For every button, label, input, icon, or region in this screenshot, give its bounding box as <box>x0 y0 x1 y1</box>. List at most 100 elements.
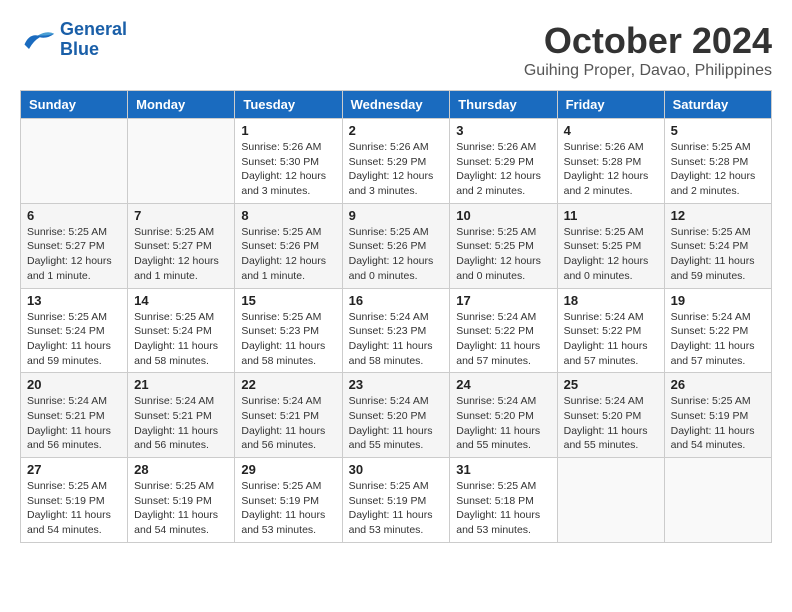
weekday-header: Tuesday <box>235 91 342 119</box>
weekday-header: Monday <box>128 91 235 119</box>
day-detail: Sunrise: 5:24 AM Sunset: 5:21 PM Dayligh… <box>134 394 228 453</box>
day-number: 5 <box>671 123 765 138</box>
day-detail: Sunrise: 5:24 AM Sunset: 5:23 PM Dayligh… <box>349 310 444 369</box>
calendar-cell: 21 Sunrise: 5:24 AM Sunset: 5:21 PM Dayli… <box>128 373 235 458</box>
calendar-cell: 22Sunrise: 5:24 AM Sunset: 5:21 PM Dayli… <box>235 373 342 458</box>
day-detail: Sunrise: 5:24 AM Sunset: 5:20 PM Dayligh… <box>349 394 444 453</box>
day-number: 24 <box>456 377 550 392</box>
calendar-cell: 13 Sunrise: 5:25 AM Sunset: 5:24 PM Dayli… <box>21 288 128 373</box>
calendar-cell: 18 Sunrise: 5:24 AM Sunset: 5:22 PM Dayli… <box>557 288 664 373</box>
calendar-header-row: SundayMondayTuesdayWednesdayThursdayFrid… <box>21 91 772 119</box>
calendar-week-row: 27Sunrise: 5:25 AM Sunset: 5:19 PM Dayli… <box>21 458 772 543</box>
day-detail: Sunrise: 5:25 AM Sunset: 5:23 PM Dayligh… <box>241 310 335 369</box>
weekday-header: Wednesday <box>342 91 450 119</box>
calendar-cell: 27Sunrise: 5:25 AM Sunset: 5:19 PM Dayli… <box>21 458 128 543</box>
day-detail: Sunrise: 5:25 AM Sunset: 5:24 PM Dayligh… <box>134 310 228 369</box>
day-detail: Sunrise: 5:25 AM Sunset: 5:28 PM Dayligh… <box>671 140 765 199</box>
day-detail: Sunrise: 5:25 AM Sunset: 5:25 PM Dayligh… <box>564 225 658 284</box>
calendar-cell: 6 Sunrise: 5:25 AM Sunset: 5:27 PM Daylig… <box>21 203 128 288</box>
calendar-week-row: 6 Sunrise: 5:25 AM Sunset: 5:27 PM Daylig… <box>21 203 772 288</box>
day-number: 1 <box>241 123 335 138</box>
day-number: 9 <box>349 208 444 223</box>
day-number: 4 <box>564 123 658 138</box>
calendar-cell: 20Sunrise: 5:24 AM Sunset: 5:21 PM Dayli… <box>21 373 128 458</box>
calendar-cell: 12 Sunrise: 5:25 AM Sunset: 5:24 PM Dayli… <box>664 203 771 288</box>
calendar-cell: 29Sunrise: 5:25 AM Sunset: 5:19 PM Dayli… <box>235 458 342 543</box>
day-number: 11 <box>564 208 658 223</box>
calendar-cell: 1 Sunrise: 5:26 AM Sunset: 5:30 PM Daylig… <box>235 119 342 204</box>
calendar-cell <box>664 458 771 543</box>
day-number: 19 <box>671 293 765 308</box>
day-detail: Sunrise: 5:26 AM Sunset: 5:29 PM Dayligh… <box>456 140 550 199</box>
day-number: 20 <box>27 377 121 392</box>
calendar-cell: 3Sunrise: 5:26 AM Sunset: 5:29 PM Daylig… <box>450 119 557 204</box>
weekday-header: Friday <box>557 91 664 119</box>
day-detail: Sunrise: 5:24 AM Sunset: 5:20 PM Dayligh… <box>456 394 550 453</box>
day-detail: Sunrise: 5:25 AM Sunset: 5:26 PM Dayligh… <box>241 225 335 284</box>
day-number: 30 <box>349 462 444 477</box>
day-detail: Sunrise: 5:25 AM Sunset: 5:27 PM Dayligh… <box>134 225 228 284</box>
calendar-cell: 28 Sunrise: 5:25 AM Sunset: 5:19 PM Dayli… <box>128 458 235 543</box>
calendar-week-row: 20 Sunrise: 5:24 AM Sunset: 5:21 PM Dayli… <box>21 373 772 458</box>
day-number: 8 <box>241 208 335 223</box>
weekday-header: Saturday <box>664 91 771 119</box>
day-number: 16 <box>349 293 444 308</box>
day-detail: Sunrise: 5:25 AM Sunset: 5:19 PM Dayligh… <box>671 394 765 453</box>
day-detail: Sunrise: 5:25 AM Sunset: 5:19 PM Dayligh… <box>27 479 121 538</box>
calendar-cell: 15 Sunrise: 5:25 AM Sunset: 5:23 PM Dayli… <box>235 288 342 373</box>
day-detail: Sunrise: 5:25 AM Sunset: 5:27 PM Dayligh… <box>27 225 121 284</box>
month-title: October 2024 <box>524 20 772 62</box>
day-number: 21 <box>134 377 228 392</box>
day-detail: Sunrise: 5:25 AM Sunset: 5:19 PM Dayligh… <box>349 479 444 538</box>
day-number: 31 <box>456 462 550 477</box>
calendar-cell: 16 Sunrise: 5:24 AM Sunset: 5:23 PM Dayli… <box>342 288 450 373</box>
day-detail: Sunrise: 5:25 AM Sunset: 5:19 PM Dayligh… <box>134 479 228 538</box>
title-block: October 2024 Guihing Proper, Davao, Phil… <box>524 20 772 80</box>
day-detail: Sunrise: 5:25 AM Sunset: 5:24 PM Dayligh… <box>27 310 121 369</box>
day-number: 15 <box>241 293 335 308</box>
calendar-cell: 8 Sunrise: 5:25 AM Sunset: 5:26 PM Daylig… <box>235 203 342 288</box>
day-detail: Sunrise: 5:24 AM Sunset: 5:21 PM Dayligh… <box>241 394 335 453</box>
day-detail: Sunrise: 5:24 AM Sunset: 5:22 PM Dayligh… <box>456 310 550 369</box>
calendar-cell: 26Sunrise: 5:25 AM Sunset: 5:19 PM Dayli… <box>664 373 771 458</box>
logo: General Blue <box>20 20 127 60</box>
day-detail: Sunrise: 5:26 AM Sunset: 5:29 PM Dayligh… <box>349 140 444 199</box>
day-number: 10 <box>456 208 550 223</box>
weekday-header: Thursday <box>450 91 557 119</box>
day-number: 12 <box>671 208 765 223</box>
calendar-cell: 23 Sunrise: 5:24 AM Sunset: 5:20 PM Dayli… <box>342 373 450 458</box>
calendar-cell: 7 Sunrise: 5:25 AM Sunset: 5:27 PM Daylig… <box>128 203 235 288</box>
day-detail: Sunrise: 5:25 AM Sunset: 5:24 PM Dayligh… <box>671 225 765 284</box>
day-number: 28 <box>134 462 228 477</box>
day-number: 29 <box>241 462 335 477</box>
page-header: General Blue October 2024 Guihing Proper… <box>20 20 772 80</box>
calendar-cell: 11 Sunrise: 5:25 AM Sunset: 5:25 PM Dayli… <box>557 203 664 288</box>
calendar-cell <box>21 119 128 204</box>
day-detail: Sunrise: 5:24 AM Sunset: 5:22 PM Dayligh… <box>564 310 658 369</box>
calendar-cell: 24 Sunrise: 5:24 AM Sunset: 5:20 PM Dayli… <box>450 373 557 458</box>
calendar-week-row: 13 Sunrise: 5:25 AM Sunset: 5:24 PM Dayli… <box>21 288 772 373</box>
calendar-cell <box>557 458 664 543</box>
logo-line2: Blue <box>60 39 99 59</box>
calendar-cell: 30 Sunrise: 5:25 AM Sunset: 5:19 PM Dayli… <box>342 458 450 543</box>
calendar-cell: 9Sunrise: 5:25 AM Sunset: 5:26 PM Daylig… <box>342 203 450 288</box>
day-number: 13 <box>27 293 121 308</box>
day-detail: Sunrise: 5:25 AM Sunset: 5:18 PM Dayligh… <box>456 479 550 538</box>
calendar-week-row: 1 Sunrise: 5:26 AM Sunset: 5:30 PM Daylig… <box>21 119 772 204</box>
day-number: 7 <box>134 208 228 223</box>
calendar-cell: 4 Sunrise: 5:26 AM Sunset: 5:28 PM Daylig… <box>557 119 664 204</box>
day-number: 6 <box>27 208 121 223</box>
day-detail: Sunrise: 5:24 AM Sunset: 5:22 PM Dayligh… <box>671 310 765 369</box>
day-detail: Sunrise: 5:26 AM Sunset: 5:28 PM Dayligh… <box>564 140 658 199</box>
day-detail: Sunrise: 5:26 AM Sunset: 5:30 PM Dayligh… <box>241 140 335 199</box>
day-number: 2 <box>349 123 444 138</box>
calendar-cell: 17Sunrise: 5:24 AM Sunset: 5:22 PM Dayli… <box>450 288 557 373</box>
calendar-cell: 19 Sunrise: 5:24 AM Sunset: 5:22 PM Dayli… <box>664 288 771 373</box>
day-number: 14 <box>134 293 228 308</box>
day-number: 18 <box>564 293 658 308</box>
calendar-cell <box>128 119 235 204</box>
calendar-cell: 2 Sunrise: 5:26 AM Sunset: 5:29 PM Daylig… <box>342 119 450 204</box>
calendar-cell: 5 Sunrise: 5:25 AM Sunset: 5:28 PM Daylig… <box>664 119 771 204</box>
logo-line1: General <box>60 19 127 39</box>
day-number: 23 <box>349 377 444 392</box>
